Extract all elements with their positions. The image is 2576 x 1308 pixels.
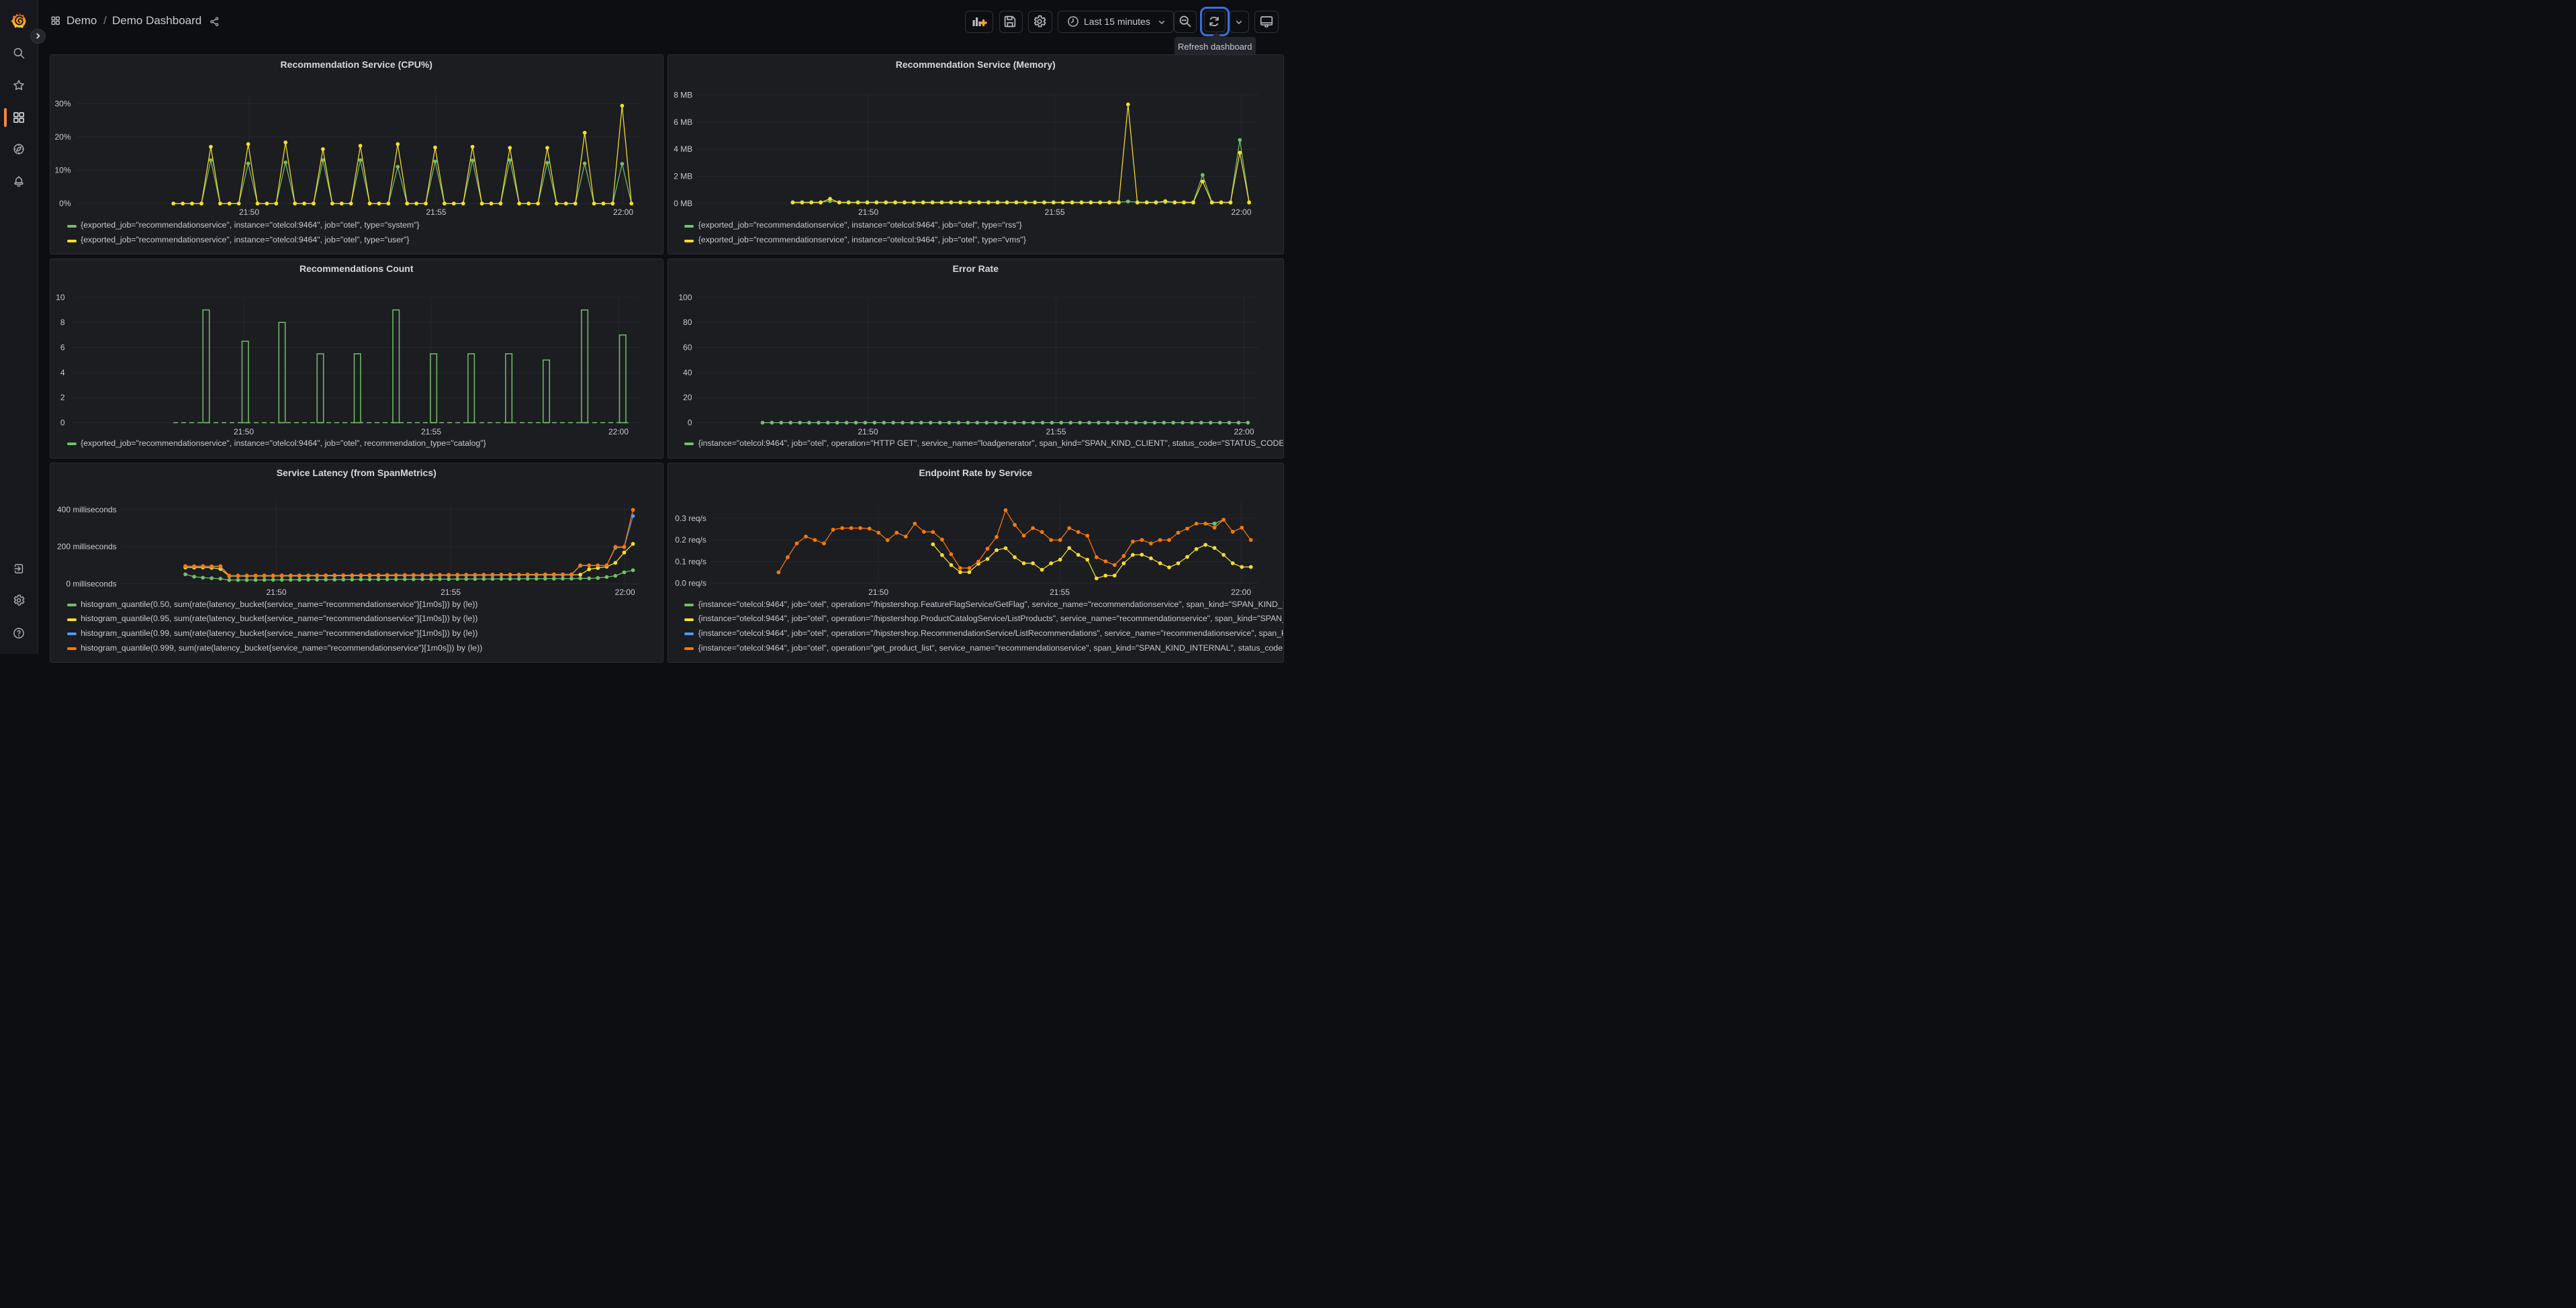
svg-text:22:00: 22:00 <box>1234 426 1254 436</box>
svg-text:8 MB: 8 MB <box>674 90 692 99</box>
svg-text:0 MB: 0 MB <box>674 199 692 208</box>
svg-text:2: 2 <box>60 393 65 402</box>
svg-text:2 MB: 2 MB <box>674 171 692 181</box>
svg-text:21:55: 21:55 <box>421 426 441 436</box>
svg-text:0.2 req/s: 0.2 req/s <box>675 535 706 545</box>
svg-text:30%: 30% <box>54 99 71 108</box>
svg-text:100: 100 <box>678 292 692 301</box>
svg-text:21:55: 21:55 <box>426 207 446 217</box>
svg-text:20: 20 <box>683 393 692 402</box>
svg-text:60: 60 <box>683 342 692 352</box>
svg-text:6: 6 <box>60 342 65 352</box>
svg-text:21:55: 21:55 <box>1044 207 1064 217</box>
svg-text:0: 0 <box>687 418 692 427</box>
svg-text:4: 4 <box>60 367 65 377</box>
svg-text:8: 8 <box>60 318 65 327</box>
svg-text:21:55: 21:55 <box>1049 587 1069 596</box>
svg-text:0: 0 <box>60 418 65 427</box>
svg-text:22:00: 22:00 <box>615 587 635 596</box>
svg-text:10%: 10% <box>54 165 71 175</box>
svg-text:10: 10 <box>56 292 65 301</box>
svg-text:0 milliseconds: 0 milliseconds <box>66 579 116 588</box>
svg-text:0%: 0% <box>59 199 71 208</box>
svg-text:0.3 req/s: 0.3 req/s <box>675 514 706 523</box>
svg-text:400 milliseconds: 400 milliseconds <box>57 504 117 514</box>
svg-text:21:50: 21:50 <box>868 587 888 596</box>
svg-text:20%: 20% <box>54 132 71 142</box>
svg-text:21:50: 21:50 <box>266 587 286 596</box>
svg-text:21:50: 21:50 <box>239 207 259 217</box>
svg-text:22:00: 22:00 <box>1230 587 1250 596</box>
svg-text:200 milliseconds: 200 milliseconds <box>57 542 117 551</box>
svg-text:21:55: 21:55 <box>1046 426 1066 436</box>
svg-text:0.0 req/s: 0.0 req/s <box>675 578 706 588</box>
svg-text:80: 80 <box>683 318 692 327</box>
svg-text:22:00: 22:00 <box>1231 207 1251 217</box>
svg-text:22:00: 22:00 <box>608 426 629 436</box>
svg-text:21:55: 21:55 <box>441 587 461 596</box>
svg-text:0.1 req/s: 0.1 req/s <box>675 557 706 566</box>
svg-text:21:50: 21:50 <box>858 207 878 217</box>
svg-text:4 MB: 4 MB <box>674 144 692 154</box>
svg-text:21:50: 21:50 <box>234 426 254 436</box>
svg-text:6 MB: 6 MB <box>674 117 692 126</box>
svg-text:21:50: 21:50 <box>858 426 878 436</box>
svg-text:40: 40 <box>683 367 692 377</box>
svg-text:22:00: 22:00 <box>613 207 633 217</box>
